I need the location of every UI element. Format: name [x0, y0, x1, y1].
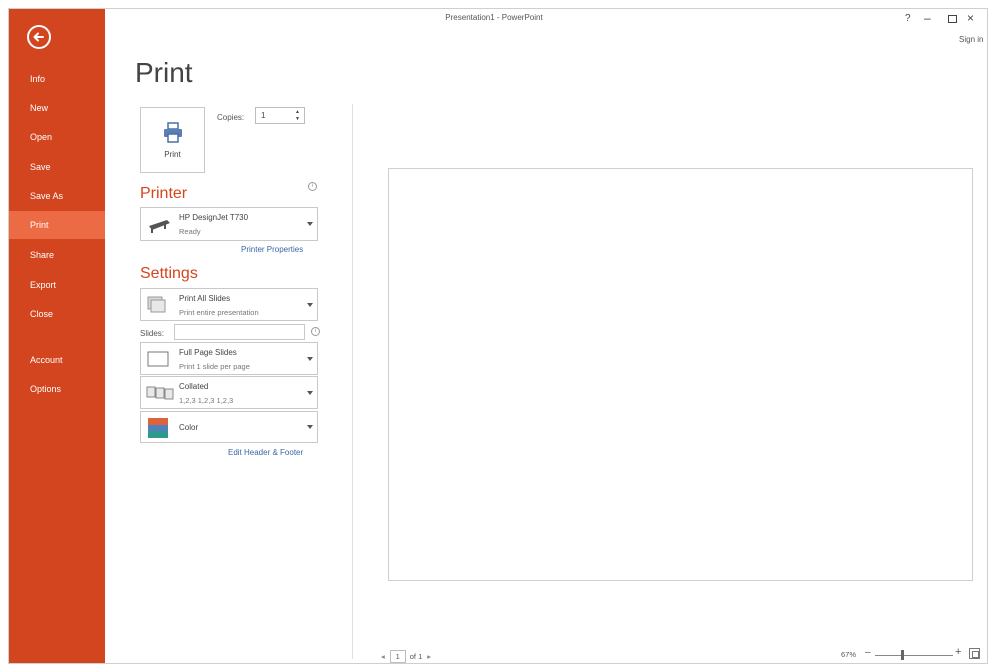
printer-properties-link[interactable]: Printer Properties	[241, 245, 303, 254]
nav-item-save-as[interactable]: Save As	[9, 182, 105, 210]
edit-header-footer-link[interactable]: Edit Header & Footer	[228, 448, 303, 457]
nav-item-options[interactable]: Options	[9, 375, 105, 403]
zoom-in-button[interactable]: +	[955, 646, 961, 658]
window-title: Presentation1 - PowerPoint	[445, 13, 543, 22]
print-preview-page	[388, 168, 973, 581]
layout-chevron-icon	[307, 356, 313, 361]
print-range-dropdown[interactable]: Print All Slides Print entire presentati…	[140, 288, 318, 321]
next-page-button[interactable]: ▸	[427, 652, 431, 661]
print-button[interactable]: Print	[140, 107, 205, 173]
printer-status: Ready	[179, 227, 201, 236]
copies-label: Copies:	[217, 113, 245, 122]
nav-item-new[interactable]: New	[9, 94, 105, 122]
back-button[interactable]	[27, 25, 51, 49]
nav-item-info[interactable]: Info	[9, 65, 105, 93]
color-title: Color	[179, 423, 199, 432]
color-dropdown[interactable]: Color	[140, 411, 318, 443]
collation-subtitle: 1,2,3 1,2,3 1,2,3	[179, 396, 234, 405]
nav-item-account[interactable]: Account	[9, 346, 105, 374]
fit-to-window-icon[interactable]	[969, 648, 980, 659]
nav-item-close[interactable]: Close	[9, 300, 105, 328]
copies-down-arrow-icon[interactable]: ▼	[295, 116, 300, 122]
printer-info-icon[interactable]: i	[308, 182, 317, 191]
nav-item-export[interactable]: Export	[9, 271, 105, 299]
maximize-button[interactable]	[948, 15, 957, 23]
zoom-slider-track[interactable]	[875, 655, 953, 656]
backstage-sidebar: Info New Open Save Save As Print Share E…	[9, 9, 105, 663]
printer-icon	[164, 122, 182, 143]
print-range-title: Print All Slides	[179, 294, 231, 303]
print-range-subtitle: Print entire presentation	[179, 308, 259, 317]
layout-dropdown[interactable]: Full Page Slides Print 1 slide per page	[140, 342, 318, 375]
nav-item-share[interactable]: Share	[9, 241, 105, 269]
close-window-button[interactable]: ×	[967, 11, 974, 25]
layout-subtitle: Print 1 slide per page	[179, 362, 250, 371]
slides-input[interactable]	[174, 324, 305, 340]
page-navigator: ◂ 1 of 1 ▸	[381, 649, 431, 663]
zoom-level-label[interactable]: 67%	[841, 650, 856, 659]
full-page-slide-icon	[147, 351, 169, 367]
zoom-slider-thumb[interactable]	[901, 650, 905, 660]
plotter-icon	[149, 220, 170, 233]
settings-heading: Settings	[140, 265, 198, 282]
slides-info-icon[interactable]: i	[311, 327, 320, 336]
page-number-input[interactable]: 1	[389, 649, 406, 663]
collation-title: Collated	[179, 382, 209, 391]
nav-item-open[interactable]: Open	[9, 123, 105, 151]
printer-dropdown[interactable]: HP DesignJet T730 Ready	[140, 207, 318, 241]
collated-icon	[146, 386, 174, 400]
collation-chevron-icon	[307, 390, 313, 395]
print-range-chevron-icon	[307, 302, 313, 307]
layout-title: Full Page Slides	[179, 348, 237, 357]
copies-up-arrow-icon[interactable]: ▲	[295, 109, 300, 115]
slides-label: Slides:	[140, 329, 165, 338]
color-chevron-icon	[307, 425, 313, 429]
printer-name: HP DesignJet T730	[179, 213, 249, 222]
sign-in-link[interactable]: Sign in	[959, 35, 983, 44]
back-arrow-icon	[33, 32, 44, 42]
copies-value: 1	[261, 111, 266, 120]
all-slides-icon	[147, 296, 166, 313]
app-window: Info New Open Save Save As Print Share E…	[8, 8, 988, 664]
collation-dropdown[interactable]: Collated 1,2,3 1,2,3 1,2,3	[140, 376, 318, 409]
printer-heading: Printer	[140, 185, 188, 202]
nav-item-save[interactable]: Save	[9, 153, 105, 181]
printer-dropdown-chevron-icon	[307, 222, 313, 226]
color-swatch-icon	[148, 418, 168, 438]
nav-item-print[interactable]: Print	[9, 211, 105, 239]
help-button[interactable]: ?	[905, 13, 911, 24]
copies-stepper[interactable]: 1 ▲ ▼	[255, 107, 305, 124]
page-title: Print	[135, 57, 193, 88]
panel-divider	[352, 104, 353, 659]
previous-page-button[interactable]: ◂	[381, 652, 385, 661]
zoom-out-button[interactable]: –	[865, 647, 871, 658]
page-count-label: of 1	[409, 651, 423, 661]
print-button-label: Print	[164, 150, 181, 159]
minimize-button[interactable]: –	[924, 11, 931, 25]
